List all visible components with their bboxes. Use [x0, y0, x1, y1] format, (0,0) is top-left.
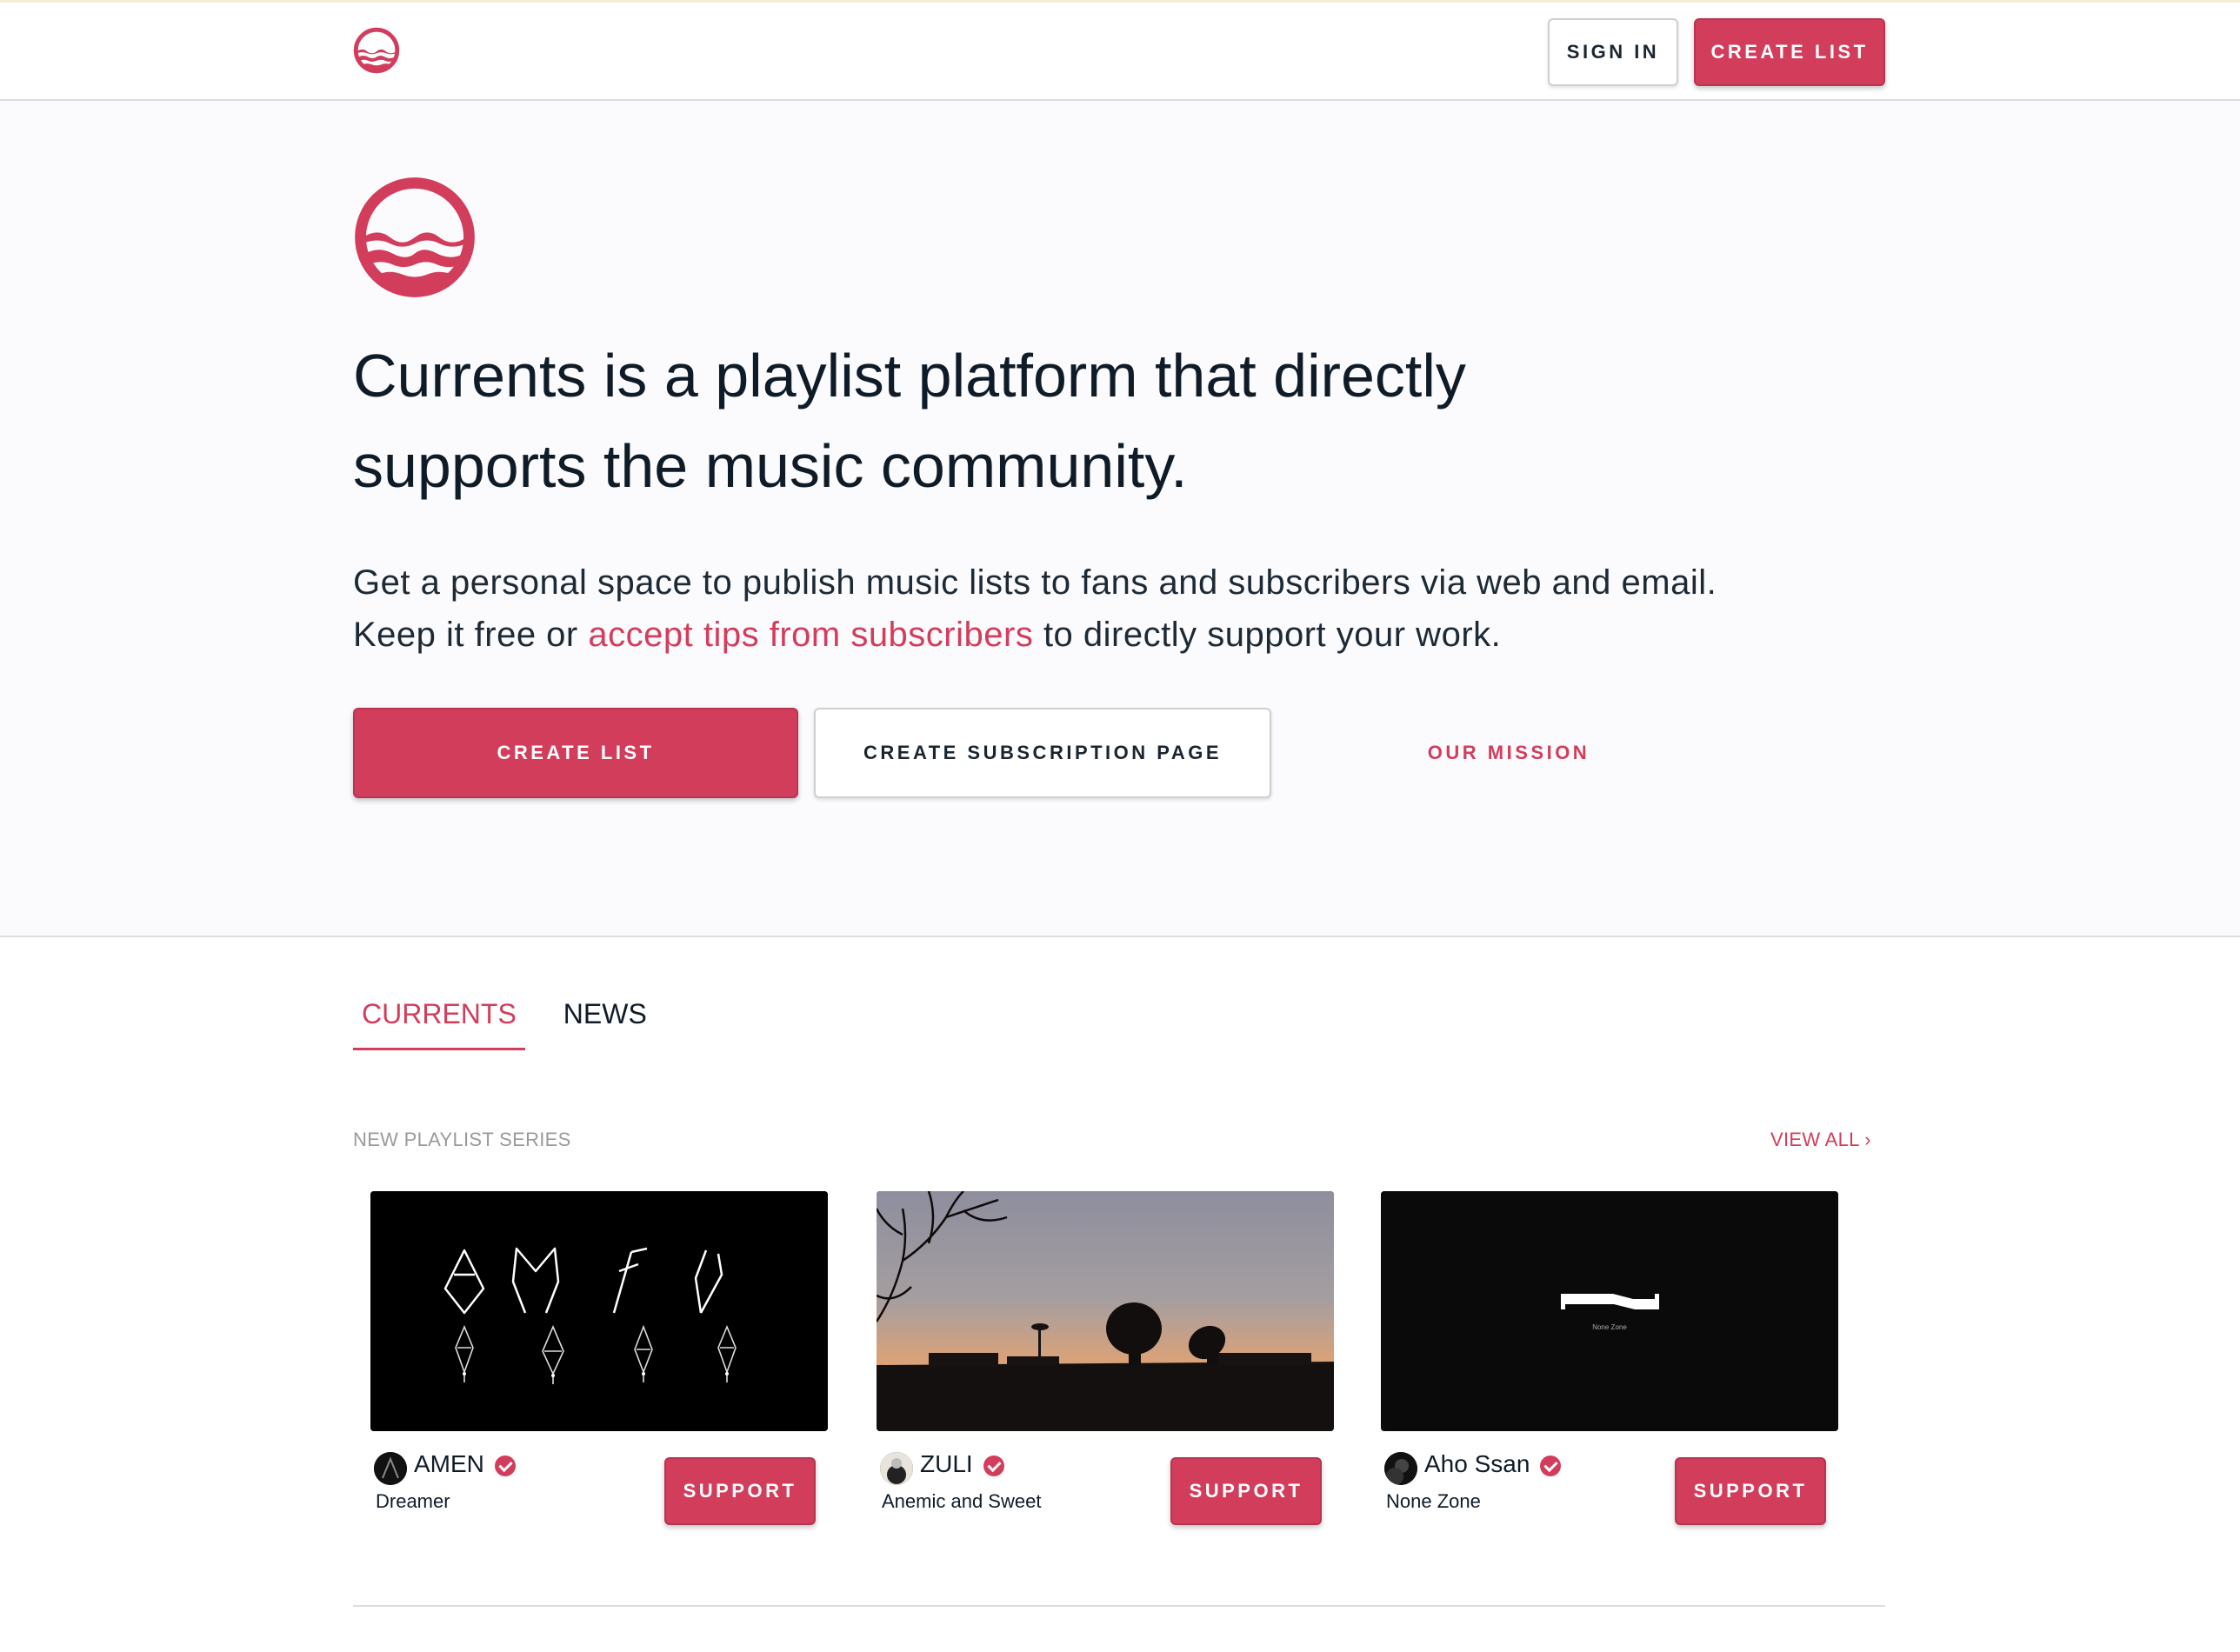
playlist-cover-image[interactable]	[370, 1191, 828, 1431]
playlist-cover-image[interactable]: None Zone	[1381, 1191, 1838, 1431]
artist-avatar[interactable]	[880, 1452, 913, 1485]
hero-section: Currents is a playlist platform that dir…	[0, 101, 2240, 937]
playlist-card: ZULI Anemic and Sweet SUPPORT	[877, 1191, 1334, 1539]
sign-in-button[interactable]: SIGN IN	[1548, 18, 1678, 86]
accept-tips-link[interactable]: accept tips from subscribers	[588, 616, 1033, 654]
view-all-link[interactable]: VIEW ALL ›	[1770, 1129, 1871, 1151]
artist-name[interactable]: AMEN	[414, 1450, 516, 1478]
currents-logo-icon	[355, 177, 475, 297]
our-mission-link[interactable]: OUR MISSION	[1357, 708, 1661, 798]
playlist-series-title[interactable]: None Zone	[1386, 1490, 1481, 1513]
artist-name-text[interactable]: ZULI	[920, 1450, 973, 1478]
cover-caption: None Zone	[1592, 1323, 1627, 1331]
playlist-series-title[interactable]: Anemic and Sweet	[882, 1490, 1041, 1513]
section-divider	[353, 1605, 1885, 1607]
support-button[interactable]: SUPPORT	[1675, 1457, 1826, 1525]
section-title: NEW PLAYLIST SERIES	[353, 1129, 571, 1150]
currents-logo-icon[interactable]	[353, 27, 400, 74]
artist-name-text[interactable]: AMEN	[414, 1450, 484, 1478]
create-list-button[interactable]: CREATE LIST	[353, 708, 798, 798]
hero-title: Currents is a playlist platform that dir…	[353, 342, 1466, 500]
zuli-cover-photo	[877, 1191, 1334, 1431]
support-button[interactable]: SUPPORT	[664, 1457, 816, 1525]
playlist-card: AMEN Dreamer SUPPORT	[370, 1191, 828, 1539]
artist-name[interactable]: ZULI	[920, 1450, 1004, 1478]
verified-check-icon	[1540, 1455, 1562, 1476]
artist-name[interactable]: Aho Ssan	[1424, 1450, 1562, 1478]
none-zone-cover-art: None Zone	[1381, 1191, 1838, 1431]
top-nav: SIGN IN CREATE LIST	[0, 0, 2240, 101]
amen-cover-art	[370, 1191, 828, 1431]
content-tabs: CURRENTS NEWS	[353, 998, 685, 1050]
verified-check-icon	[494, 1455, 516, 1476]
tab-news[interactable]: NEWS	[555, 998, 656, 1050]
hero-desc-text-2: to directly support your work.	[1033, 616, 1502, 654]
playlist-cover-image[interactable]	[877, 1191, 1334, 1431]
artist-avatar[interactable]	[1384, 1452, 1417, 1485]
playlist-series-title[interactable]: Dreamer	[376, 1490, 450, 1513]
hero-description: Get a personal space to publish music li…	[353, 556, 1744, 661]
tab-currents[interactable]: CURRENTS	[353, 998, 525, 1050]
artist-avatar[interactable]	[374, 1452, 407, 1485]
create-list-nav-button[interactable]: CREATE LIST	[1694, 18, 1885, 86]
verified-check-icon	[983, 1455, 1004, 1476]
artist-name-text[interactable]: Aho Ssan	[1424, 1450, 1530, 1478]
playlist-card: None Zone Aho Ssan None Zone SUPPORT	[1381, 1191, 1838, 1539]
support-button[interactable]: SUPPORT	[1170, 1457, 1322, 1525]
create-subscription-page-button[interactable]: CREATE SUBSCRIPTION PAGE	[814, 708, 1271, 798]
